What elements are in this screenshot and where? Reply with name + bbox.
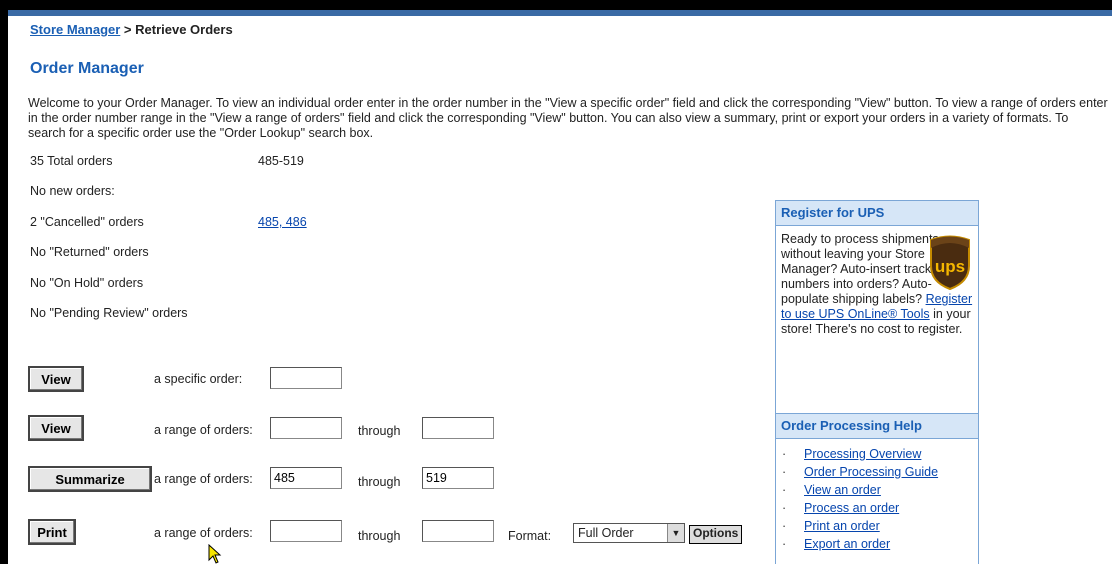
order-processing-help-panel: Order Processing Help · Processing Overvi… (775, 413, 979, 564)
format-select-value: Full Order (578, 526, 634, 540)
help-link-order-processing-guide[interactable]: Order Processing Guide (804, 465, 938, 479)
help-list-item: · Export an order (782, 535, 978, 553)
view-specific-button[interactable]: View (28, 366, 84, 392)
ups-logo-text: ups (935, 257, 965, 276)
breadcrumb-current: Retrieve Orders (135, 22, 233, 37)
help-list-item: · Processing Overview (782, 445, 978, 463)
bullet-icon: · (782, 447, 787, 461)
bullet-icon: · (782, 483, 787, 497)
bullet-icon: · (782, 465, 787, 479)
print-from-input[interactable] (270, 520, 342, 542)
ups-logo-icon: ups (930, 235, 970, 290)
help-link-print-order[interactable]: Print an order (804, 519, 880, 533)
dropdown-arrow-icon[interactable]: ▼ (667, 524, 684, 542)
stat-new-label: No new orders: (30, 184, 115, 198)
help-link-view-order[interactable]: View an order (804, 483, 881, 497)
stat-total-label: 35 Total orders (30, 154, 113, 168)
specific-order-input[interactable] (270, 367, 342, 389)
format-label: Format: (508, 529, 552, 543)
view-range-through-label: through (358, 424, 401, 438)
help-list-item: · Print an order (782, 517, 978, 535)
help-list-item: · Order Processing Guide (782, 463, 978, 481)
print-range-label: a range of orders: (154, 526, 253, 540)
top-bar (8, 10, 1112, 16)
print-through-label: through (358, 529, 401, 543)
bullet-icon: · (782, 519, 787, 533)
help-list-item: · Process an order (782, 499, 978, 517)
help-link-process-order[interactable]: Process an order (804, 501, 899, 515)
page-title: Order Manager (30, 60, 144, 77)
help-panel-header: Order Processing Help (776, 414, 978, 439)
view-range-to-input[interactable] (422, 417, 494, 439)
breadcrumb-store-manager-link[interactable]: Store Manager (30, 22, 120, 37)
help-link-export-order[interactable]: Export an order (804, 537, 890, 551)
bullet-icon: · (782, 537, 787, 551)
help-link-processing-overview[interactable]: Processing Overview (804, 447, 921, 461)
summarize-from-input[interactable] (270, 467, 342, 489)
print-to-input[interactable] (422, 520, 494, 542)
summarize-through-label: through (358, 475, 401, 489)
view-range-from-input[interactable] (270, 417, 342, 439)
intro-text: Welcome to your Order Manager. To view a… (28, 96, 1108, 140)
print-button[interactable]: Print (28, 519, 76, 545)
help-links-list: · Processing Overview · Order Processing G… (776, 439, 978, 553)
help-list-item: · View an order (782, 481, 978, 499)
ups-register-panel: Register for UPS ups Ready to process sh… (775, 200, 979, 419)
summarize-range-label: a range of orders: (154, 472, 253, 486)
cancelled-orders-link[interactable]: 485, 486 (258, 215, 307, 229)
view-range-button[interactable]: View (28, 415, 84, 441)
specific-order-label: a specific order: (154, 372, 243, 386)
summarize-button[interactable]: Summarize (28, 466, 152, 492)
summarize-to-input[interactable] (422, 467, 494, 489)
format-select[interactable]: Full Order ▼ (573, 523, 685, 543)
mouse-cursor-icon (208, 544, 222, 564)
breadcrumb: Store Manager > Retrieve Orders (30, 22, 233, 37)
stat-pending-review-label: No "Pending Review" orders (30, 306, 188, 320)
ups-panel-body: ups Ready to process shipments without l… (776, 226, 978, 418)
ups-panel-header: Register for UPS (776, 201, 978, 226)
ups-panel-text-before: Ready to process shipments without leavi… (781, 232, 948, 306)
page: Store Manager > Retrieve Orders Order Ma… (8, 10, 1112, 564)
breadcrumb-separator: > (120, 22, 136, 37)
stat-on-hold-label: No "On Hold" orders (30, 276, 144, 290)
view-range-label: a range of orders: (154, 423, 253, 437)
stat-returned-label: No "Returned" orders (30, 245, 149, 259)
stat-total-value: 485-519 (258, 154, 304, 168)
options-button[interactable]: Options (689, 525, 743, 544)
bullet-icon: · (782, 501, 787, 515)
stat-cancelled-label: 2 "Cancelled" orders (30, 215, 144, 229)
